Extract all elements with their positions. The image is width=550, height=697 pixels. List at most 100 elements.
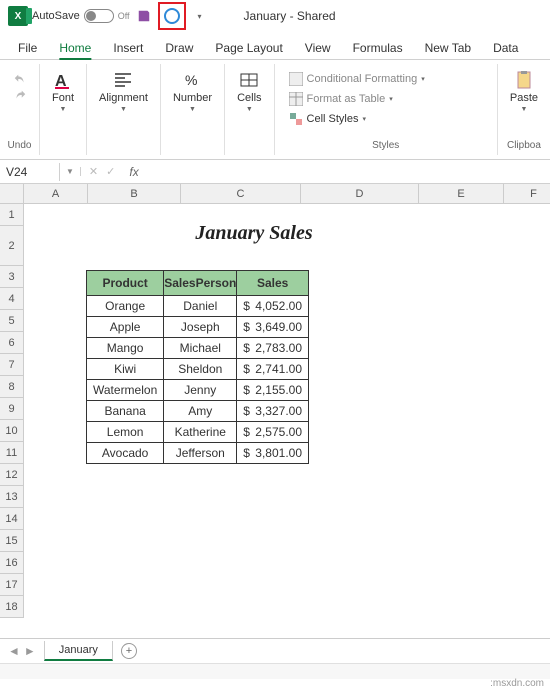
- row-header[interactable]: 5: [0, 310, 24, 332]
- row-header[interactable]: 14: [0, 508, 24, 530]
- sheet-nav-next[interactable]: ►: [24, 644, 36, 658]
- alignment-button[interactable]: Alignment ▼: [93, 66, 154, 117]
- tab-view[interactable]: View: [295, 35, 341, 59]
- cell-sales[interactable]: $2,155.00: [237, 380, 309, 401]
- cond-fmt-icon: [289, 72, 303, 86]
- table-row[interactable]: BananaAmy$3,327.00: [87, 401, 309, 422]
- row-header[interactable]: 16: [0, 552, 24, 574]
- percent-icon: %: [183, 70, 203, 90]
- cell-styles-button[interactable]: Cell Styles▾: [285, 110, 370, 128]
- redo-icon[interactable]: [13, 88, 27, 102]
- cell-product[interactable]: Apple: [87, 317, 164, 338]
- select-all-corner[interactable]: [0, 184, 24, 204]
- number-button[interactable]: % Number ▼: [167, 66, 218, 117]
- header-salesperson[interactable]: SalesPerson: [164, 271, 237, 296]
- toggle-switch-icon[interactable]: [84, 9, 114, 23]
- row-header[interactable]: 8: [0, 376, 24, 398]
- cell-person[interactable]: Michael: [164, 338, 237, 359]
- row-header[interactable]: 3: [0, 266, 24, 288]
- tab-file[interactable]: File: [8, 35, 47, 59]
- paste-button[interactable]: Paste ▼: [504, 66, 544, 117]
- row-headers[interactable]: 123456789101112131415161718: [0, 204, 24, 618]
- tab-home[interactable]: Home: [49, 35, 101, 59]
- font-icon: A: [53, 70, 73, 90]
- tab-insert[interactable]: Insert: [103, 35, 153, 59]
- header-product[interactable]: Product: [87, 271, 164, 296]
- name-box[interactable]: V24: [0, 163, 60, 181]
- cell-person[interactable]: Jenny: [164, 380, 237, 401]
- row-header[interactable]: 17: [0, 574, 24, 596]
- cells-button[interactable]: Cells ▼: [231, 66, 267, 117]
- cell-product[interactable]: Mango: [87, 338, 164, 359]
- sync-button[interactable]: [162, 6, 182, 26]
- row-header[interactable]: 18: [0, 596, 24, 618]
- sheet-tab-bar: ◄ ► January +: [0, 638, 550, 662]
- cell-product[interactable]: Banana: [87, 401, 164, 422]
- cell-sales[interactable]: $3,327.00: [237, 401, 309, 422]
- cell-sales[interactable]: $2,783.00: [237, 338, 309, 359]
- cell-product[interactable]: Lemon: [87, 422, 164, 443]
- tab-new-tab[interactable]: New Tab: [415, 35, 481, 59]
- autosave-state: Off: [118, 11, 130, 21]
- row-header[interactable]: 1: [0, 204, 24, 226]
- column-headers[interactable]: ABCDEF: [24, 184, 550, 204]
- col-header[interactable]: B: [88, 184, 181, 204]
- table-row[interactable]: AppleJoseph$3,649.00: [87, 317, 309, 338]
- cell-person[interactable]: Sheldon: [164, 359, 237, 380]
- row-header[interactable]: 6: [0, 332, 24, 354]
- table-row[interactable]: WatermelonJenny$2,155.00: [87, 380, 309, 401]
- col-header[interactable]: A: [24, 184, 88, 204]
- table-row[interactable]: AvocadoJefferson$3,801.00: [87, 443, 309, 464]
- cell-person[interactable]: Jefferson: [164, 443, 237, 464]
- tab-page-layout[interactable]: Page Layout: [205, 35, 292, 59]
- cell-person[interactable]: Joseph: [164, 317, 237, 338]
- col-header[interactable]: F: [504, 184, 550, 204]
- table-row[interactable]: KiwiSheldon$2,741.00: [87, 359, 309, 380]
- save-button[interactable]: [134, 6, 154, 26]
- row-header[interactable]: 2: [0, 226, 24, 266]
- font-button[interactable]: A Font ▼: [46, 66, 80, 117]
- col-header[interactable]: E: [419, 184, 504, 204]
- cell-sales[interactable]: $3,801.00: [237, 443, 309, 464]
- cell-sales[interactable]: $2,741.00: [237, 359, 309, 380]
- fx-label[interactable]: fx: [123, 165, 144, 179]
- header-sales[interactable]: Sales: [237, 271, 309, 296]
- conditional-formatting-button[interactable]: Conditional Formatting▾: [285, 70, 429, 88]
- row-header[interactable]: 10: [0, 420, 24, 442]
- cell-sales[interactable]: $4,052.00: [237, 296, 309, 317]
- cell-sales[interactable]: $3,649.00: [237, 317, 309, 338]
- col-header[interactable]: C: [181, 184, 301, 204]
- tab-formulas[interactable]: Formulas: [343, 35, 413, 59]
- new-sheet-button[interactable]: +: [121, 643, 137, 659]
- row-header[interactable]: 7: [0, 354, 24, 376]
- cell-product[interactable]: Orange: [87, 296, 164, 317]
- tab-data[interactable]: Data: [483, 35, 528, 59]
- row-header[interactable]: 9: [0, 398, 24, 420]
- row-header[interactable]: 11: [0, 442, 24, 464]
- spreadsheet-grid[interactable]: ABCDEF 123456789101112131415161718 Janua…: [0, 184, 550, 646]
- row-header[interactable]: 12: [0, 464, 24, 486]
- cell-person[interactable]: Amy: [164, 401, 237, 422]
- tab-draw[interactable]: Draw: [155, 35, 203, 59]
- row-header[interactable]: 4: [0, 288, 24, 310]
- col-header[interactable]: D: [301, 184, 419, 204]
- row-header[interactable]: 13: [0, 486, 24, 508]
- qat-customize-dropdown[interactable]: ▾: [190, 6, 210, 26]
- cell-product[interactable]: Kiwi: [87, 359, 164, 380]
- cell-person[interactable]: Katherine: [164, 422, 237, 443]
- name-box-dropdown[interactable]: ▼: [60, 167, 81, 176]
- autosave-toggle[interactable]: AutoSave Off: [32, 9, 130, 23]
- table-row[interactable]: MangoMichael$2,783.00: [87, 338, 309, 359]
- cell-product[interactable]: Watermelon: [87, 380, 164, 401]
- sheet-tab-january[interactable]: January: [44, 641, 113, 661]
- sheet-nav-prev[interactable]: ◄: [8, 644, 20, 658]
- formula-bar: V24 ▼ ✕ ✓ fx: [0, 160, 550, 184]
- cell-sales[interactable]: $2,575.00: [237, 422, 309, 443]
- undo-icon[interactable]: [13, 72, 27, 86]
- row-header[interactable]: 15: [0, 530, 24, 552]
- table-row[interactable]: LemonKatherine$2,575.00: [87, 422, 309, 443]
- cell-person[interactable]: Daniel: [164, 296, 237, 317]
- cell-product[interactable]: Avocado: [87, 443, 164, 464]
- format-as-table-button[interactable]: Format as Table▾: [285, 90, 397, 108]
- table-row[interactable]: OrangeDaniel$4,052.00: [87, 296, 309, 317]
